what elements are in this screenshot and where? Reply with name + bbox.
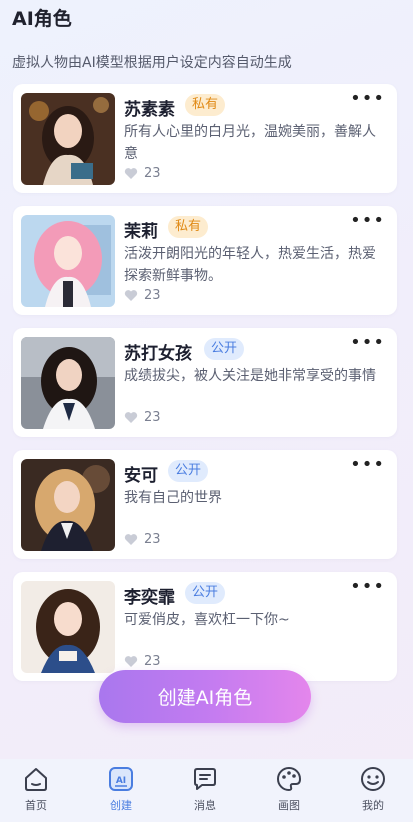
tab-messages[interactable]: 消息 [175,759,235,822]
more-options-button[interactable]: ••• [350,576,385,597]
tab-draw[interactable]: 画图 [259,759,319,822]
tab-profile[interactable]: 我的 [343,759,403,822]
like-count[interactable]: 23 [124,288,161,303]
character-card[interactable]: 苏素素 私有 ••• 所有人心里的白月光，温婉美丽，善解人意 23 [13,84,397,193]
tab-label: 首页 [25,799,47,812]
message-icon [194,768,216,790]
page-subtitle: 虚拟人物由AI模型根据用户设定内容自动生成 [12,55,292,71]
more-options-button[interactable]: ••• [350,88,385,109]
like-count[interactable]: 23 [124,532,161,547]
character-card[interactable]: 李奕霏 公开 ••• 可爱俏皮，喜欢杠一下你~ 23 [13,572,397,681]
tab-home[interactable]: 首页 [6,759,66,822]
character-name: 苏素素 [124,100,175,120]
character-description: 活泼开朗阳光的年轻人，热爱生活，热爱探索新鲜事物。 [124,246,376,284]
like-count-value: 23 [144,288,161,303]
home-icon [25,768,47,791]
character-avatar [21,93,115,185]
page-title: AI角色 [12,8,72,30]
tab-label: 消息 [194,799,216,812]
character-avatar [21,581,115,673]
character-name: 苏打女孩 [124,344,192,364]
like-count-value: 23 [144,410,161,425]
like-count-value: 23 [144,654,161,669]
character-description: 可爱俏皮，喜欢杠一下你~ [124,612,290,628]
like-count[interactable]: 23 [124,654,161,669]
character-avatar [21,459,115,551]
character-card[interactable]: 安可 公开 ••• 我有自己的世界 23 [13,450,397,559]
character-name: 茉莉 [124,222,158,242]
tab-label: 创建 [110,799,132,812]
smile-icon [361,767,385,791]
heart-icon [124,656,138,667]
public-badge: 公开 [168,460,209,482]
private-badge: 私有 [185,94,226,116]
heart-icon [124,412,138,423]
character-card[interactable]: 茉莉 私有 ••• 活泼开朗阳光的年轻人，热爱生活，热爱探索新鲜事物。 23 [13,206,397,315]
character-avatar [21,337,115,429]
like-count[interactable]: 23 [124,166,161,181]
like-count[interactable]: 23 [124,410,161,425]
tab-label: 画图 [278,799,300,812]
like-count-value: 23 [144,532,161,547]
more-options-button[interactable]: ••• [350,210,385,231]
ai-create-icon: AI [109,767,133,791]
more-options-button[interactable]: ••• [350,454,385,475]
svg-text:AI: AI [116,776,126,786]
create-ai-character-button[interactable]: 创建AI角色 [99,670,311,723]
like-count-value: 23 [144,166,161,181]
public-badge: 公开 [185,582,226,604]
character-description: 成绩拔尖，被人关注是她非常享受的事情 [124,368,376,384]
heart-icon [124,290,138,301]
character-card[interactable]: 苏打女孩 公开 ••• 成绩拔尖，被人关注是她非常享受的事情 23 [13,328,397,437]
character-avatar [21,215,115,307]
character-name: 安可 [124,466,158,486]
heart-icon [124,534,138,545]
character-name: 李奕霏 [124,588,175,608]
character-description: 我有自己的世界 [124,490,222,506]
tab-create[interactable]: AI 创建 [91,759,151,822]
bottom-tab-bar: 首页 AI 创建 消息 画图 我的 [0,759,413,822]
heart-icon [124,168,138,179]
palette-icon [277,766,302,792]
private-badge: 私有 [168,216,209,238]
more-options-button[interactable]: ••• [350,332,385,353]
tab-label: 我的 [362,799,384,812]
public-badge: 公开 [204,338,245,360]
character-description: 所有人心里的白月光，温婉美丽，善解人意 [124,124,376,162]
